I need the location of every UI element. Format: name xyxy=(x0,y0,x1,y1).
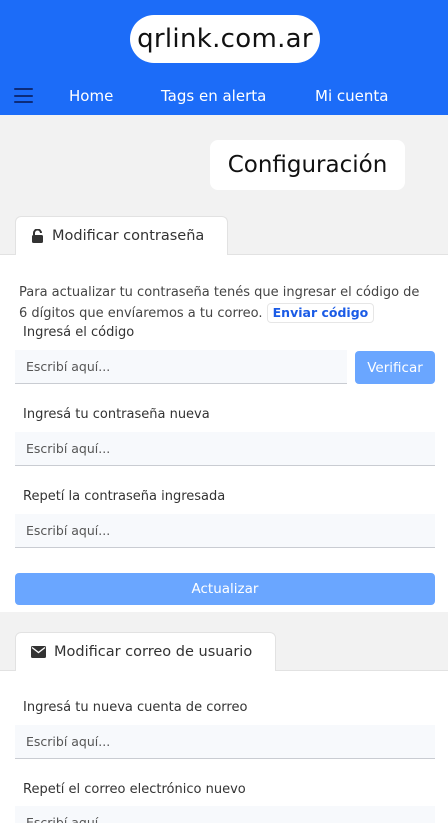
repeat-password-input[interactable] xyxy=(15,514,435,548)
page-title: Configuración xyxy=(210,140,405,190)
top-header: qrlink.com.ar Home Tags en alerta Mi cue… xyxy=(0,0,448,115)
update-button[interactable]: Actualizar xyxy=(15,573,435,605)
new-email-label: Ingresá tu nueva cuenta de correo xyxy=(23,700,248,715)
code-input[interactable] xyxy=(15,350,347,384)
envelope-icon xyxy=(31,646,46,658)
repeat-password-label: Repetí la contraseña ingresada xyxy=(23,489,226,504)
nav-tags-alert[interactable]: Tags en alerta xyxy=(161,87,266,105)
tab-label: Modificar contraseña xyxy=(52,228,205,244)
tab-label: Modificar correo de usuario xyxy=(54,644,253,660)
logo[interactable]: qrlink.com.ar xyxy=(130,15,320,63)
send-code-button[interactable]: Enviar código xyxy=(266,303,375,323)
tab-change-email[interactable]: Modificar correo de usuario xyxy=(15,632,276,671)
code-label: Ingresá el código xyxy=(23,325,135,340)
password-description: Para actualizar tu contraseña tenés que … xyxy=(19,283,429,324)
repeat-email-label: Repetí el correo electrónico nuevo xyxy=(23,782,246,797)
verify-button[interactable]: Verificar xyxy=(355,351,435,384)
nav-account[interactable]: Mi cuenta xyxy=(315,87,388,105)
new-password-label: Ingresá tu contraseña nueva xyxy=(23,407,210,422)
repeat-email-input[interactable] xyxy=(15,806,435,823)
menu-icon[interactable] xyxy=(14,88,33,103)
tab-change-password[interactable]: Modificar contraseña xyxy=(15,216,228,255)
new-password-input[interactable] xyxy=(15,432,435,466)
lock-icon xyxy=(32,229,43,243)
new-email-input[interactable] xyxy=(15,725,435,759)
nav-home[interactable]: Home xyxy=(69,87,113,105)
